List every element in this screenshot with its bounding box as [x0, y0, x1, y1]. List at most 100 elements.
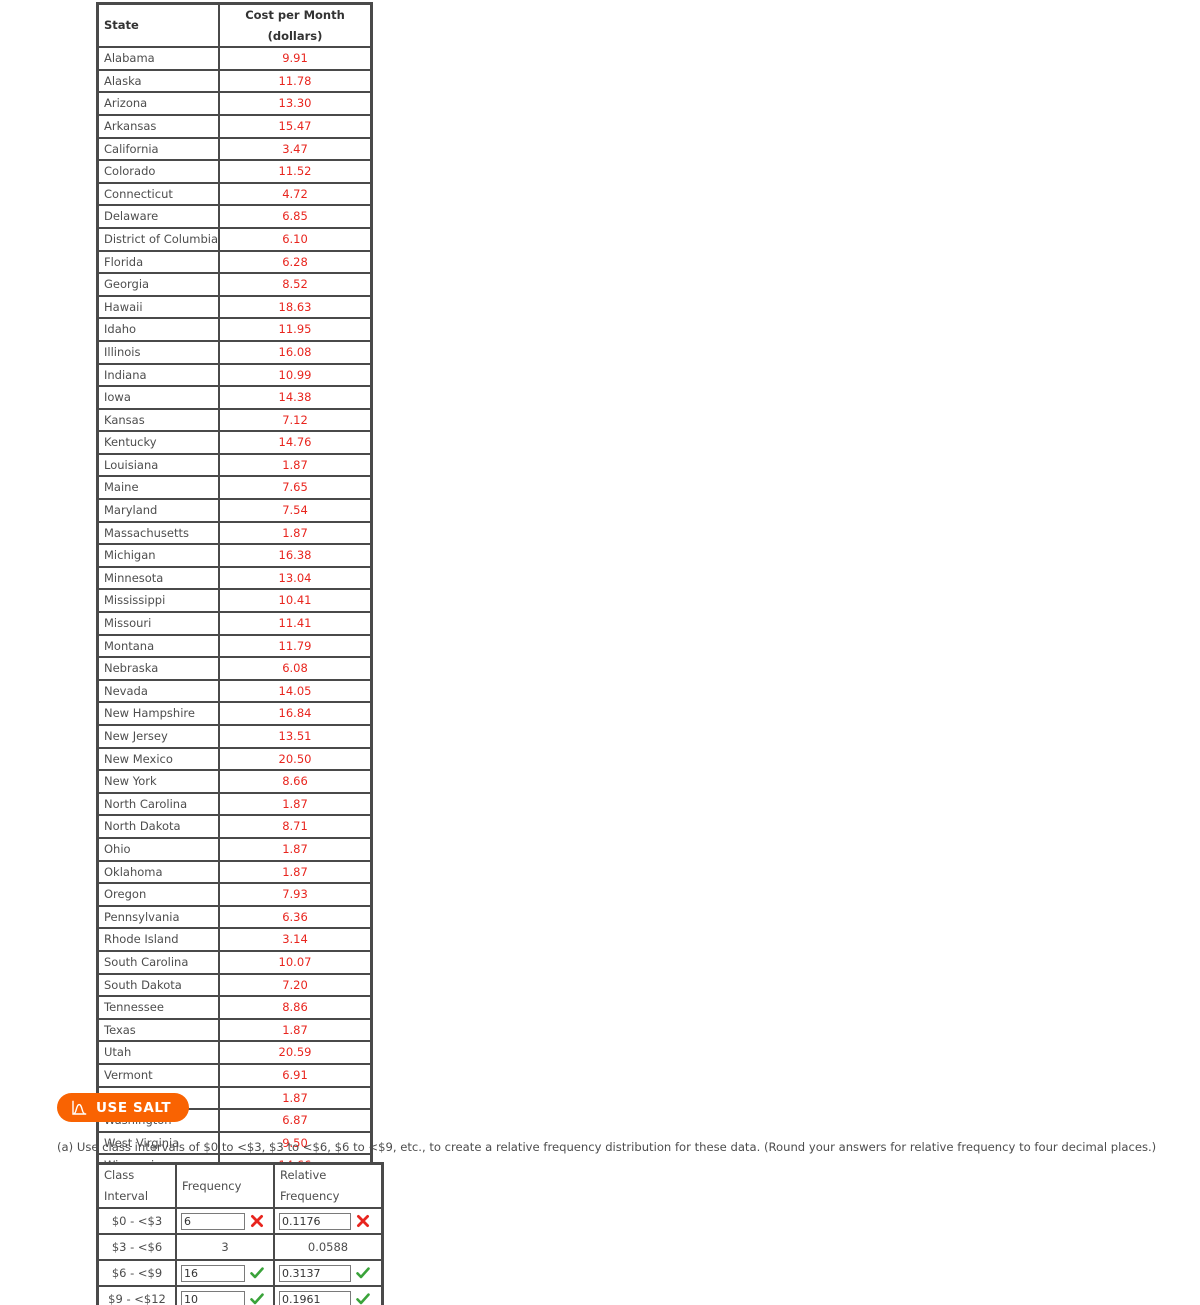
frequency-input[interactable] — [181, 1264, 245, 1282]
table-row: $3 - <$6 3 0.0588 — [98, 1234, 382, 1260]
table-row: Ohio 1.87 — [98, 837, 371, 861]
cost-per-month-cell: 13.51 — [219, 725, 371, 748]
cost-per-month-cell: 1.87 — [219, 1018, 371, 1042]
cost-per-month-cell: 1.87 — [219, 453, 371, 477]
answer-field-group — [181, 1209, 269, 1233]
state-name-cell: Kentucky — [98, 431, 219, 454]
table-row: Oklahoma 1.87 — [98, 860, 371, 884]
cost-per-month-cell: 13.04 — [219, 566, 371, 590]
table-row: $9 - <$12 — [98, 1286, 382, 1305]
cost-per-month-cell: 14.38 — [219, 386, 371, 409]
table-row: North Carolina 1.87 — [98, 792, 371, 816]
table-row: New Jersey 13.51 — [98, 725, 371, 748]
cost-per-month-cell: 8.86 — [219, 996, 371, 1019]
relative-frequency-input[interactable] — [279, 1290, 351, 1305]
question-part-a-text: (a) Use class intervals of $0 to <$3, $3… — [57, 1140, 1157, 1154]
state-name-cell: Montana — [98, 634, 219, 658]
use-salt-button[interactable]: USE SALT — [57, 1093, 190, 1122]
state-name-cell: New Hampshire — [98, 702, 219, 725]
table-row: $0 - <$3 — [98, 1208, 382, 1234]
state-name-cell: Kansas — [98, 408, 219, 432]
state-name-cell: Tennessee — [98, 996, 219, 1019]
frequency-input[interactable] — [181, 1212, 245, 1230]
state-name-cell: Arkansas — [98, 114, 219, 138]
cost-per-month-cell: 9.91 — [219, 47, 371, 70]
state-name-cell: Louisiana — [98, 453, 219, 477]
answer-field-group — [181, 1261, 269, 1285]
cost-per-month-cell: 6.28 — [219, 250, 371, 274]
frequency-table-body: $0 - <$3$3 - <$630.0588$6 - <$9$9 - <$12… — [98, 1208, 382, 1305]
incorrect-x-icon — [356, 1214, 370, 1228]
column-header-state: State — [98, 4, 219, 48]
state-name-cell: District of Columbia — [98, 227, 219, 251]
relative-frequency-cell: 0.0588 — [274, 1234, 382, 1260]
answer-field-group — [279, 1287, 377, 1305]
column-header-cost: Cost per Month (dollars) — [219, 4, 371, 48]
table-row: Kentucky 14.76 — [98, 431, 371, 454]
table-row: New Hampshire 16.84 — [98, 702, 371, 725]
frequency-cell[interactable] — [176, 1260, 274, 1286]
state-name-cell: Alabama — [98, 47, 219, 70]
normal-distribution-icon — [71, 1100, 87, 1116]
table-row: Utah 20.59 — [98, 1041, 371, 1064]
table-row: Florida 6.28 — [98, 250, 371, 274]
table-row: Massachusetts 1.87 — [98, 521, 371, 545]
relative-frequency-cell[interactable] — [274, 1260, 382, 1286]
state-name-cell: Colorado — [98, 160, 219, 183]
page-root: State Cost per Month (dollars) Alabama 9.… — [0, 0, 1200, 1305]
cost-per-month-cell: 18.63 — [219, 295, 371, 319]
cost-per-month-cell: 8.52 — [219, 273, 371, 296]
table-row: Delaware 6.85 — [98, 205, 371, 228]
cost-per-month-cell: 7.65 — [219, 476, 371, 500]
cost-per-month-cell: 1.87 — [219, 860, 371, 884]
relative-frequency-input[interactable] — [279, 1264, 351, 1282]
table-row: Tennessee 8.86 — [98, 996, 371, 1019]
table-row: Vermont 6.91 — [98, 1063, 371, 1087]
frequency-cell[interactable] — [176, 1208, 274, 1234]
table-row: Nebraska 6.08 — [98, 657, 371, 680]
relative-frequency-cell[interactable] — [274, 1286, 382, 1305]
table-row: Illinois 16.08 — [98, 340, 371, 364]
cost-per-month-cell: 10.99 — [219, 363, 371, 387]
answer-field-group — [279, 1209, 377, 1233]
table-row: Idaho 11.95 — [98, 318, 371, 341]
cost-per-month-cell: 6.08 — [219, 657, 371, 680]
table-row: Hawaii 18.63 — [98, 295, 371, 319]
correct-check-icon — [250, 1266, 264, 1280]
table-row: Michigan 16.38 — [98, 544, 371, 567]
relative-frequency-input[interactable] — [279, 1212, 351, 1230]
state-name-cell: Hawaii — [98, 295, 219, 319]
table-row: Texas 1.87 — [98, 1018, 371, 1042]
cost-per-month-cell: 10.07 — [219, 950, 371, 974]
state-name-cell: Oregon — [98, 883, 219, 906]
state-name-cell: Nevada — [98, 679, 219, 703]
state-name-cell: Delaware — [98, 205, 219, 228]
table-row: Kansas 7.12 — [98, 408, 371, 432]
state-cost-table-body: Alabama 9.91 Alaska 11.78 Arizona 13.30 Arkans… — [98, 47, 371, 1200]
cost-per-month-cell: 11.78 — [219, 69, 371, 93]
cost-per-month-cell: 10.41 — [219, 589, 371, 613]
frequency-cell[interactable] — [176, 1286, 274, 1305]
correct-check-icon — [250, 1292, 264, 1305]
class-interval-cell: $9 - <$12 — [98, 1286, 176, 1305]
state-name-cell: Indiana — [98, 363, 219, 387]
state-name-cell: Florida — [98, 250, 219, 274]
table-row: California 3.47 — [98, 137, 371, 161]
cost-per-month-cell: 4.72 — [219, 182, 371, 206]
table-row: Arizona 13.30 — [98, 92, 371, 115]
relative-frequency-cell[interactable] — [274, 1208, 382, 1234]
cost-per-month-cell: 16.84 — [219, 702, 371, 725]
table-row: Indiana 10.99 — [98, 363, 371, 387]
class-interval-cell: $6 - <$9 — [98, 1260, 176, 1286]
table-row: South Dakota 7.20 — [98, 973, 371, 997]
column-header-frequency: Frequency — [176, 1164, 274, 1208]
column-header-class-interval: Class Interval — [98, 1164, 176, 1208]
correct-check-icon — [356, 1266, 370, 1280]
state-name-cell: Arizona — [98, 92, 219, 115]
state-name-cell: Michigan — [98, 544, 219, 567]
state-name-cell: New Mexico — [98, 747, 219, 771]
frequency-input[interactable] — [181, 1290, 245, 1305]
state-name-cell: Georgia — [98, 273, 219, 296]
cost-per-month-cell: 14.05 — [219, 679, 371, 703]
frequency-cell: 3 — [176, 1234, 274, 1260]
